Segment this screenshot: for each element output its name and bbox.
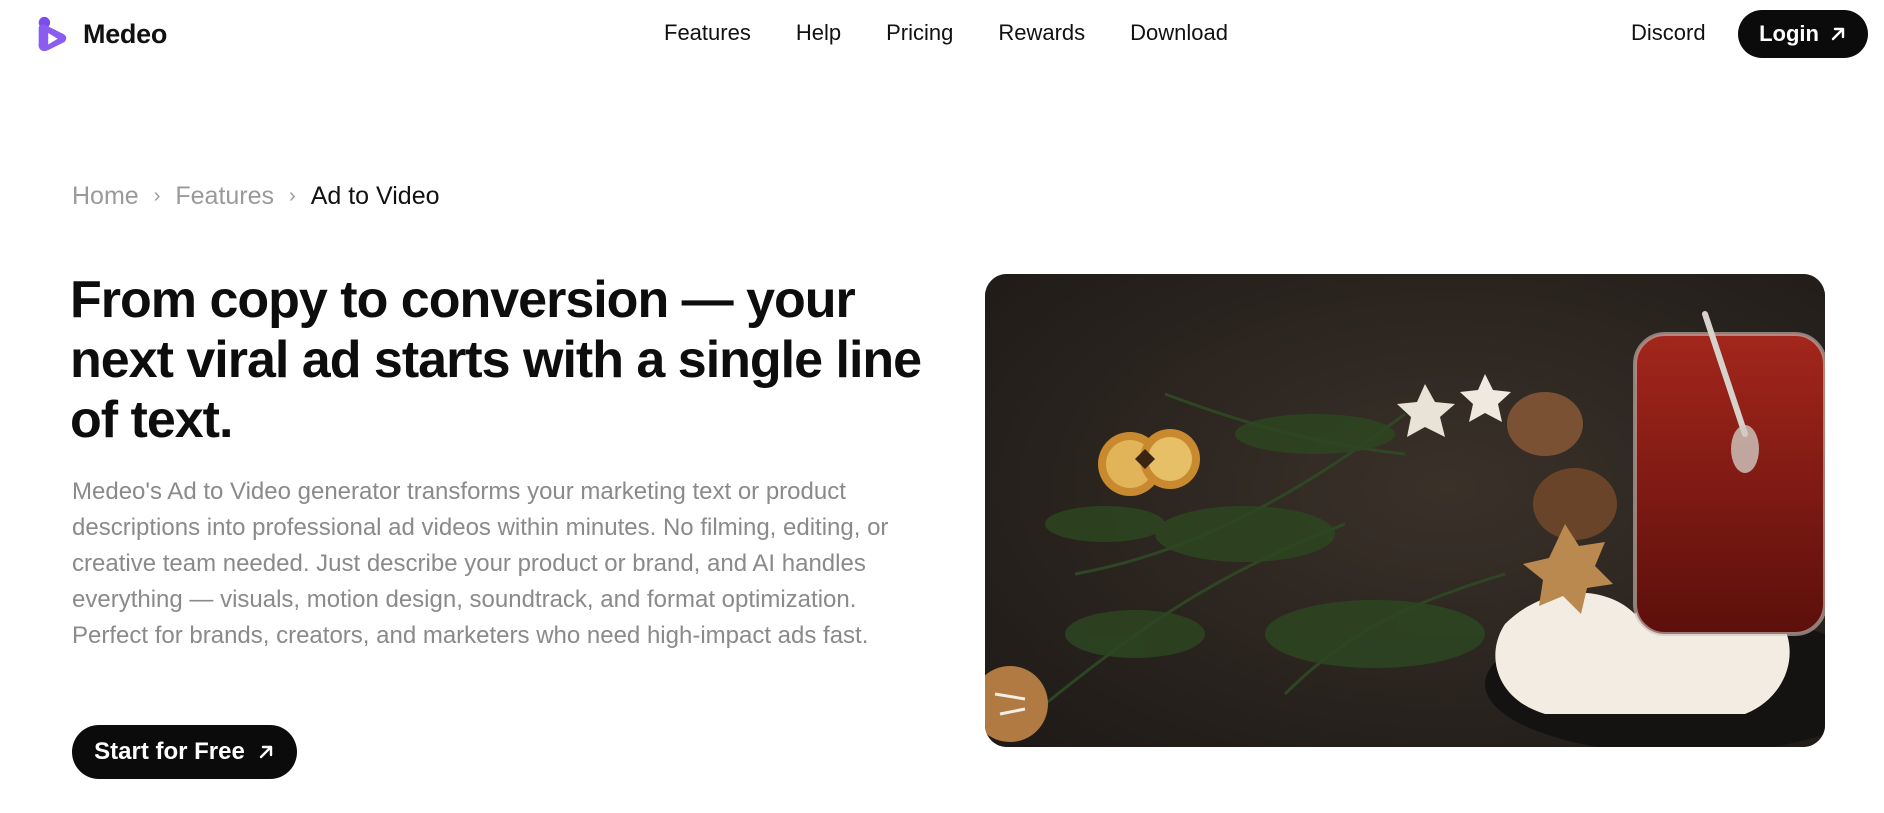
page-title: From copy to conversion — your next vira… xyxy=(70,271,922,449)
holiday-cookies-photo xyxy=(985,274,1825,747)
medeo-logo-icon xyxy=(38,16,67,52)
nav-item-rewards[interactable]: Rewards xyxy=(998,20,1085,46)
nav-item-pricing[interactable]: Pricing xyxy=(886,20,953,46)
top-nav: Medeo Features Help Pricing Rewards Down… xyxy=(0,0,1884,68)
cta-label: Start for Free xyxy=(94,738,245,765)
nav-item-features[interactable]: Features xyxy=(664,20,751,46)
brand-home-link[interactable]: Medeo xyxy=(33,14,167,54)
hero-description: Medeo's Ad to Video generator transforms… xyxy=(72,478,889,649)
breadcrumb-features[interactable]: Features xyxy=(175,182,274,211)
breadcrumb-current: Ad to Video xyxy=(310,182,440,210)
login-button[interactable]: Login xyxy=(1738,10,1868,58)
chevron-right-icon: › xyxy=(153,185,161,207)
arrow-up-right-icon xyxy=(259,745,273,759)
breadcrumb-home[interactable]: Home xyxy=(72,182,139,211)
breadcrumb: Home › Features › Ad to Video xyxy=(72,182,440,211)
main-menu: Features Help Pricing Rewards Download xyxy=(664,20,1228,46)
nav-item-download[interactable]: Download xyxy=(1130,20,1228,46)
arrow-up-right-icon xyxy=(1831,27,1845,41)
discord-link[interactable]: Discord xyxy=(1631,20,1706,46)
start-for-free-button[interactable]: Start for Free xyxy=(72,725,297,779)
nav-item-help[interactable]: Help xyxy=(796,20,841,46)
chevron-right-icon: › xyxy=(289,185,296,207)
login-label: Login xyxy=(1759,21,1819,46)
hero-image xyxy=(985,274,1825,747)
brand-name: Medeo xyxy=(83,18,168,49)
